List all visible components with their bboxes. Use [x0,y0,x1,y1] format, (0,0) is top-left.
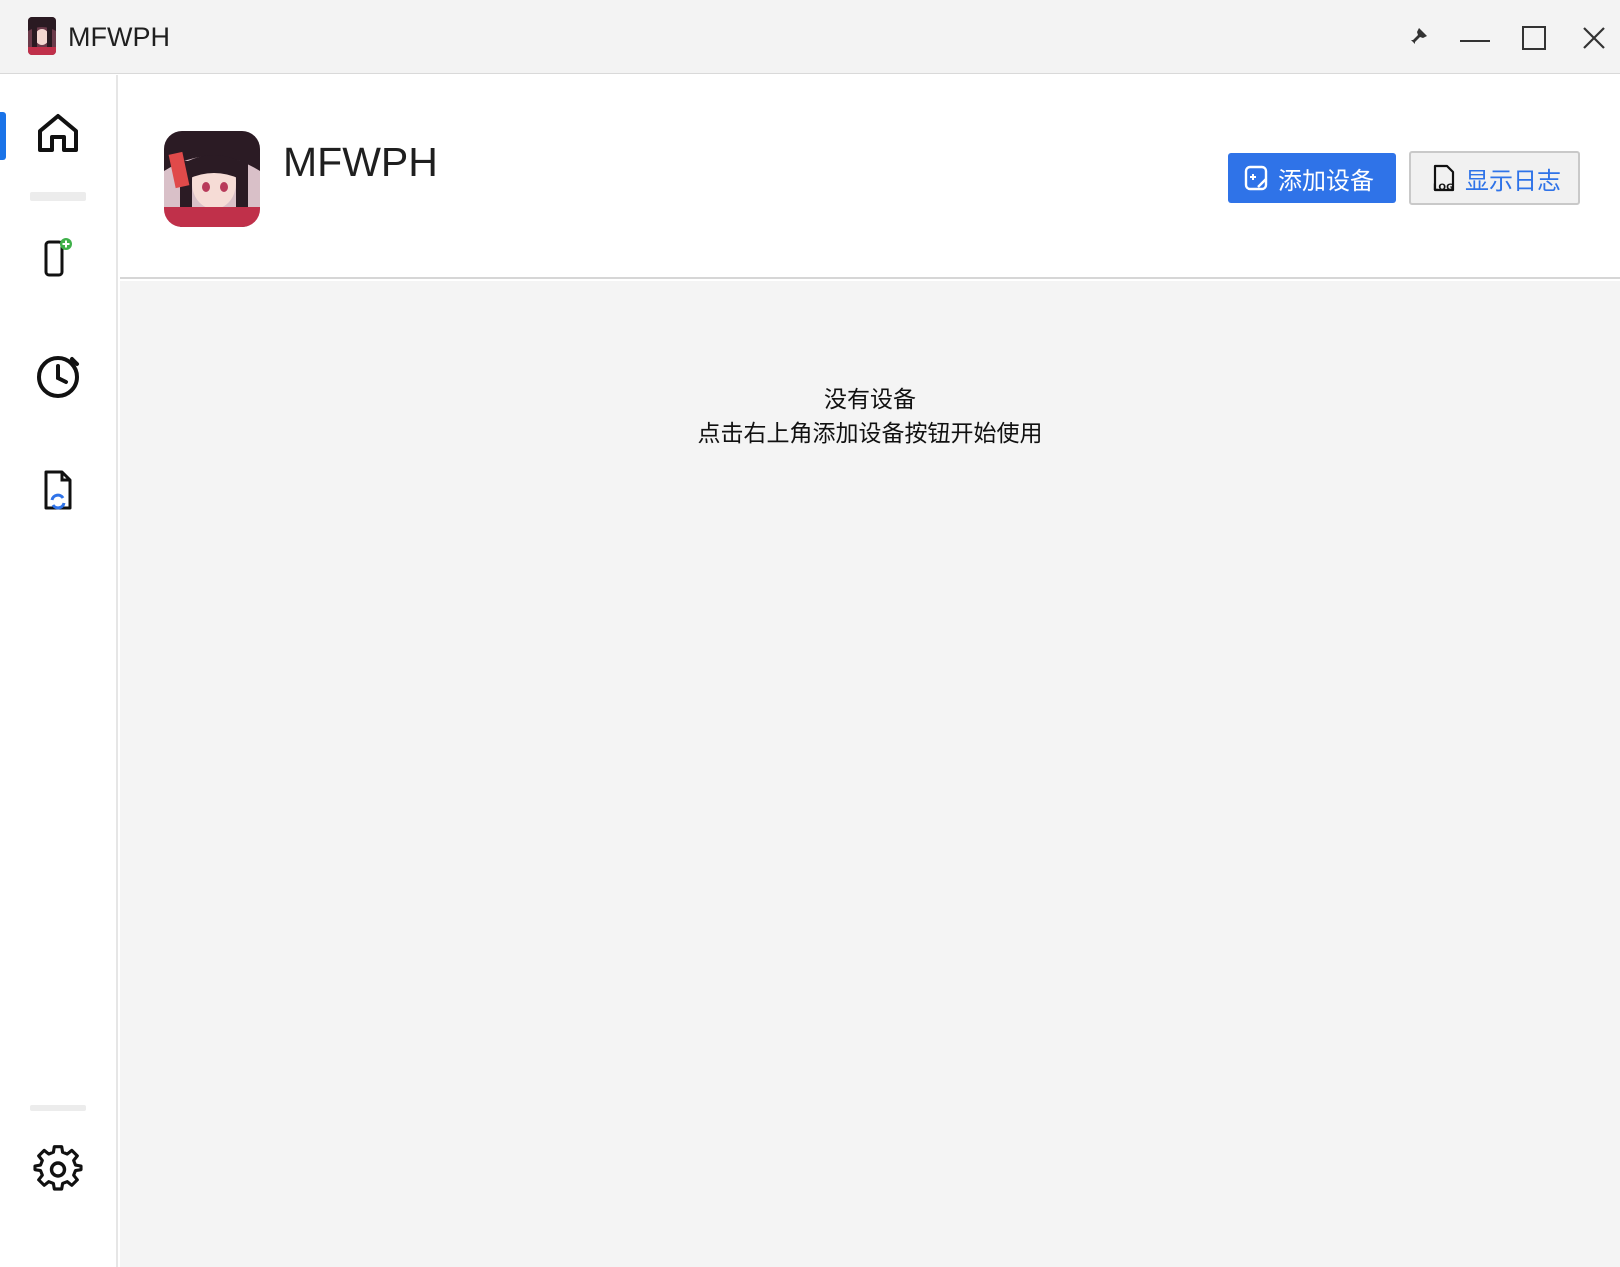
add-device-icon [44,238,72,277]
log-file-icon: LOG [1431,164,1457,192]
empty-state-title: 没有设备 [824,387,916,413]
window-title: MFWPH [68,22,170,52]
gear-icon [33,1145,83,1191]
home-icon [38,114,78,152]
add-device-button-icon [1244,165,1270,191]
sidebar-item-settings[interactable] [28,1140,88,1200]
pin-button[interactable] [1397,18,1437,58]
sidebar [0,75,118,1267]
title-bar: MFWPH [0,0,1620,74]
sidebar-item-home[interactable] [28,103,88,163]
sidebar-item-add-device[interactable] [28,228,88,288]
page-title: MFWPH [283,139,438,185]
minimize-icon [1460,40,1490,42]
maximize-icon [1522,26,1546,50]
empty-state: 没有设备 点击右上角添加设备按钮开始使用 [120,383,1620,451]
sidebar-item-schedule[interactable] [28,346,88,406]
clock-icon [37,356,79,398]
sidebar-divider-bottom [30,1105,86,1111]
active-nav-indicator [0,112,6,160]
close-button[interactable] [1574,18,1614,58]
empty-state-hint: 点击右上角添加设备按钮开始使用 [697,421,1043,447]
main-header: MFWPH 添加设备 LOG 显示日志 [120,75,1620,279]
maximize-button[interactable] [1514,18,1554,58]
show-log-button[interactable]: LOG 显示日志 [1409,151,1580,205]
add-device-button[interactable]: 添加设备 [1228,153,1396,203]
sidebar-divider [30,192,86,201]
sidebar-item-update[interactable] [28,461,88,521]
close-icon [1583,27,1605,49]
add-device-label: 添加设备 [1278,166,1374,195]
pin-icon [1407,28,1427,48]
svg-text:LOG: LOG [1433,183,1453,192]
file-refresh-icon [44,470,72,510]
device-content-area: 没有设备 点击右上角添加设备按钮开始使用 [120,281,1620,1267]
minimize-button[interactable] [1455,18,1495,58]
app-logo-icon [28,17,56,55]
show-log-label: 显示日志 [1465,166,1561,195]
app-avatar [164,131,260,227]
